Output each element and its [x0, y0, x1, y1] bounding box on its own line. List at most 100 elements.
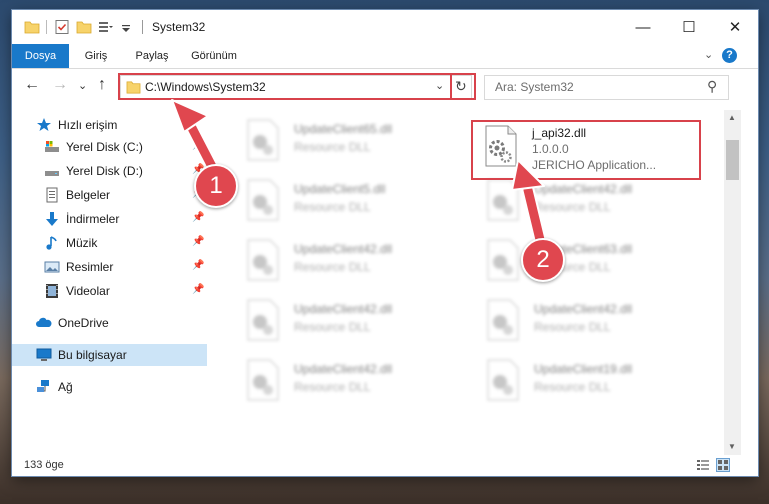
- dll-file-icon: [247, 299, 279, 341]
- tab-view[interactable]: Görünüm: [181, 44, 247, 68]
- recent-locations-button[interactable]: ⌄: [78, 79, 87, 92]
- file-description: Resource DLL: [534, 320, 611, 334]
- sidebar-item-label: Yerel Disk (D:): [66, 164, 143, 178]
- file-item[interactable]: UpdateClient5.dll Resource DLL: [232, 174, 462, 224]
- pin-icon[interactable]: 📌: [192, 236, 204, 247]
- sidebar-item-label: Belgeler: [66, 188, 111, 202]
- computer-icon: [36, 348, 52, 361]
- folder-icon: [24, 21, 40, 34]
- sidebar-item-drive-d[interactable]: Yerel Disk (D:) 📌: [12, 160, 207, 182]
- properties-icon[interactable]: [54, 19, 70, 35]
- customize-icon[interactable]: [98, 19, 114, 35]
- file-item[interactable]: UpdateClient42.dll Resource DLL: [232, 294, 462, 344]
- file-description: Resource DLL: [294, 260, 371, 274]
- dll-file-icon: [487, 179, 519, 221]
- dll-file-icon: [247, 179, 279, 221]
- file-name: UpdateClient42.dll: [294, 242, 393, 256]
- vertical-scrollbar[interactable]: ▲ ▼: [724, 110, 741, 455]
- window-title: System32: [152, 20, 206, 34]
- dll-file-icon: [487, 359, 519, 401]
- minimize-button[interactable]: —: [620, 10, 666, 44]
- cloud-icon: [36, 317, 52, 327]
- pin-icon[interactable]: 📌: [192, 260, 204, 271]
- dll-file-icon: [247, 119, 279, 161]
- sidebar-item-label: Yerel Disk (C:): [66, 140, 143, 154]
- file-description: Resource DLL: [294, 140, 371, 154]
- new-folder-icon[interactable]: [76, 19, 92, 35]
- sidebar-item-this-pc[interactable]: Bu bilgisayar: [12, 344, 207, 366]
- sidebar-item-quick-access[interactable]: Hızlı erişim: [12, 114, 207, 136]
- file-description: Resource DLL: [294, 200, 371, 214]
- details-view-icon[interactable]: [696, 458, 710, 472]
- pin-icon[interactable]: 📌: [192, 284, 204, 295]
- sidebar-item-label: İndirmeler: [66, 212, 120, 226]
- tab-file[interactable]: Dosya: [12, 44, 69, 68]
- search-placeholder: Ara: System32: [495, 80, 574, 94]
- sidebar-item-label: Videolar: [66, 284, 110, 298]
- item-count: 133 öge: [24, 459, 64, 471]
- music-icon: [46, 236, 57, 250]
- quick-access-dropdown-icon[interactable]: [118, 19, 134, 35]
- drive-c-icon: [45, 141, 59, 152]
- videos-icon: [46, 284, 58, 298]
- file-item[interactable]: UpdateClient42.dll Resource DLL: [472, 174, 702, 224]
- file-item[interactable]: UpdateClient65.dll Resource DLL: [232, 114, 462, 164]
- help-icon[interactable]: ?: [722, 48, 737, 63]
- tab-home[interactable]: Giriş: [69, 44, 123, 68]
- file-description: Resource DLL: [294, 380, 371, 394]
- up-button[interactable]: ↑: [98, 76, 106, 94]
- file-item[interactable]: UpdateClient42.dll Resource DLL: [472, 294, 702, 344]
- sidebar-item-documents[interactable]: Belgeler 📌: [12, 184, 207, 206]
- dll-file-icon: [487, 299, 519, 341]
- search-icon[interactable]: ⚲: [707, 78, 717, 95]
- file-description: Resource DLL: [294, 320, 371, 334]
- scroll-thumb[interactable]: [726, 140, 739, 180]
- dll-file-icon: [247, 359, 279, 401]
- forward-button[interactable]: →: [52, 76, 68, 94]
- sidebar-item-pictures[interactable]: Resimler 📌: [12, 256, 207, 278]
- sidebar-item-label: Resimler: [66, 260, 114, 274]
- drive-d-icon: [45, 171, 59, 176]
- sidebar-item-drive-c[interactable]: Yerel Disk (C:) 📌: [12, 136, 207, 158]
- search-box[interactable]: Ara: System32 ⚲: [484, 75, 729, 100]
- status-bar: 133 öge: [12, 456, 758, 476]
- explorer-window: System32 — ☐ ✕ Dosya Giriş Paylaş Görünü…: [12, 10, 758, 476]
- back-button[interactable]: ←: [24, 76, 40, 94]
- sidebar-item-label: Müzik: [66, 236, 98, 250]
- scroll-up-icon[interactable]: ▲: [728, 113, 736, 122]
- file-name: UpdateClient42.dll: [294, 302, 393, 316]
- pin-icon[interactable]: 📌: [192, 212, 204, 223]
- maximize-button[interactable]: ☐: [666, 10, 712, 44]
- step-1-badge: 1: [194, 164, 238, 208]
- file-item[interactable]: UpdateClient63.dll Resource DLL: [472, 234, 702, 284]
- navigation-bar: ← → ⌄ ↑ C:\Windows\System32 ⌄ ↻ Ara: Sys…: [12, 69, 758, 103]
- downloads-icon: [46, 212, 58, 226]
- tiles-view-icon[interactable]: [716, 458, 730, 472]
- file-description: Resource DLL: [534, 200, 611, 214]
- sidebar-item-onedrive[interactable]: OneDrive: [12, 312, 207, 334]
- sidebar-item-network[interactable]: Ağ: [12, 376, 207, 398]
- sidebar-item-label: Hızlı erişim: [58, 118, 118, 132]
- file-item[interactable]: UpdateClient42.dll Resource DLL: [232, 354, 462, 404]
- file-item[interactable]: UpdateClient42.dll Resource DLL: [232, 234, 462, 284]
- navigation-pane: Hızlı erişim Yerel Disk (C:) 📌 Yerel Dis…: [12, 110, 207, 455]
- file-name: UpdateClient42.dll: [534, 182, 633, 196]
- file-highlight: [471, 120, 701, 180]
- sidebar-item-music[interactable]: Müzik 📌: [12, 232, 207, 254]
- address-highlight: [118, 73, 452, 100]
- pictures-icon: [44, 261, 60, 273]
- scroll-down-icon[interactable]: ▼: [728, 442, 736, 451]
- star-icon: [37, 118, 51, 131]
- dll-file-icon: [247, 239, 279, 281]
- sidebar-item-downloads[interactable]: İndirmeler 📌: [12, 208, 207, 230]
- step-2-badge: 2: [521, 238, 565, 282]
- pin-icon[interactable]: 📌: [192, 140, 204, 151]
- file-name: UpdateClient65.dll: [294, 122, 393, 136]
- close-button[interactable]: ✕: [712, 10, 758, 44]
- sidebar-item-videos[interactable]: Videolar 📌: [12, 280, 207, 302]
- ribbon-tabs: Dosya Giriş Paylaş Görünüm ⌄ ?: [12, 44, 758, 69]
- file-item[interactable]: UpdateClient19.dll Resource DLL: [472, 354, 702, 404]
- tab-share[interactable]: Paylaş: [123, 44, 181, 68]
- sidebar-item-label: OneDrive: [58, 316, 109, 330]
- ribbon-expand-icon[interactable]: ⌄: [704, 48, 713, 61]
